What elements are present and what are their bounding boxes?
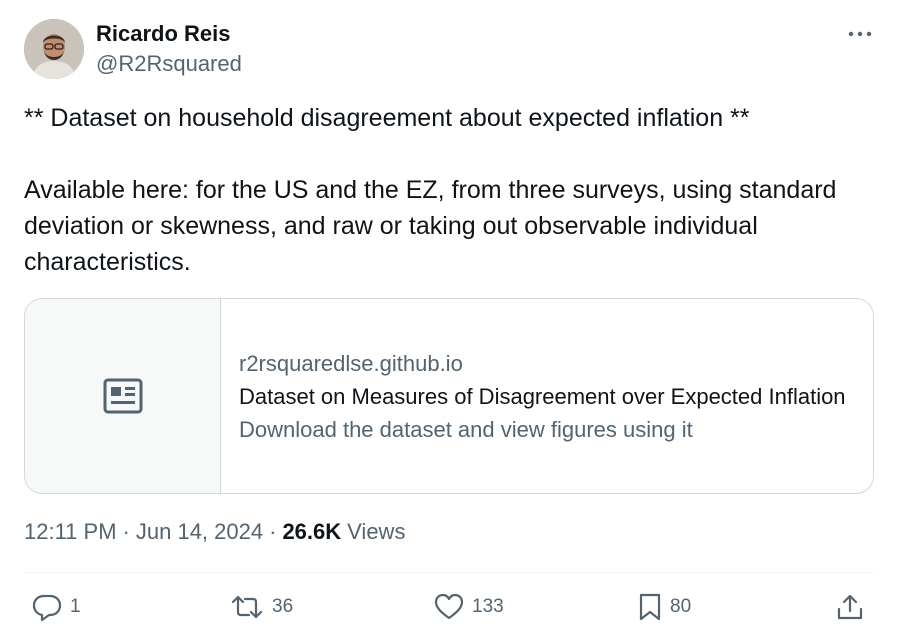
bookmark-count: 80: [670, 596, 692, 617]
tweet-meta: 12:11 PM · Jun 14, 2024 · 26.6K Views: [24, 519, 405, 545]
repost-button[interactable]: 36: [230, 592, 293, 622]
views-label: Views: [347, 519, 406, 544]
article-icon: [103, 378, 142, 414]
more-options-button[interactable]: [844, 20, 876, 48]
like-count: 133: [472, 596, 504, 617]
like-button[interactable]: 133: [434, 592, 504, 622]
heart-icon: [434, 593, 464, 620]
reply-button[interactable]: 1: [32, 592, 81, 622]
repost-count: 36: [272, 596, 294, 617]
repost-icon: [231, 595, 263, 619]
divider: [24, 572, 874, 573]
bookmark-icon: [639, 593, 661, 621]
views-count: 26.6K: [282, 519, 342, 544]
author-handle[interactable]: @R2Rsquared: [96, 51, 242, 77]
card-thumbnail: [25, 299, 221, 493]
bookmark-button[interactable]: 80: [638, 592, 691, 622]
share-icon: [837, 594, 863, 620]
tweet-time[interactable]: 12:11 PM: [24, 519, 117, 545]
author-display-name[interactable]: Ricardo Reis: [96, 21, 231, 47]
meta-separator: ·: [122, 519, 130, 544]
card-title: Dataset on Measures of Disagreement over…: [239, 384, 846, 409]
card-body: r2rsquaredlse.github.io Dataset on Measu…: [221, 299, 873, 493]
avatar[interactable]: [24, 19, 84, 79]
more-icon: [848, 31, 872, 37]
tweet-date[interactable]: Jun 14, 2024: [136, 519, 263, 545]
tweet-paragraph: ** Dataset on household disagreement abo…: [24, 104, 750, 132]
tweet-paragraph: Available here: for the US and the EZ, f…: [24, 176, 837, 276]
reply-count: 1: [70, 596, 81, 617]
card-domain: r2rsquaredlse.github.io: [239, 351, 463, 376]
link-card[interactable]: r2rsquaredlse.github.io Dataset on Measu…: [24, 298, 874, 494]
card-description: Download the dataset and view figures us…: [239, 417, 693, 442]
tweet-text: ** Dataset on household disagreement abo…: [24, 100, 874, 280]
share-button[interactable]: [836, 592, 864, 622]
meta-separator: ·: [269, 519, 277, 544]
reply-icon: [32, 594, 62, 621]
